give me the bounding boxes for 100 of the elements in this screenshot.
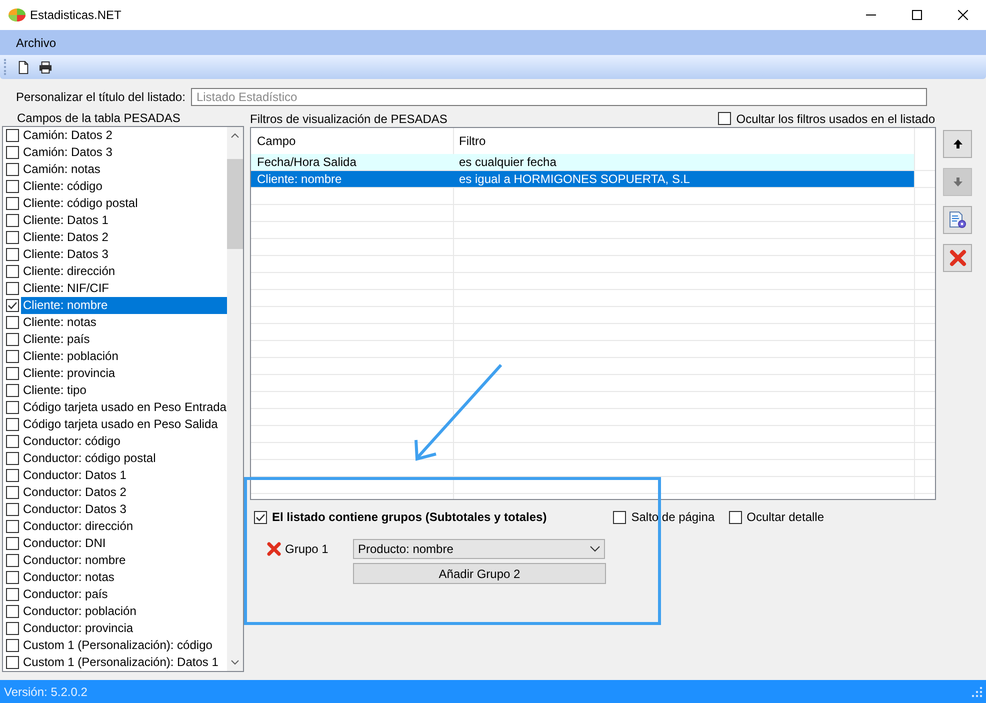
list-item[interactable]: Cliente: código: [21, 178, 227, 195]
checkbox[interactable]: [6, 503, 19, 516]
column-header[interactable]: Campo: [251, 128, 453, 154]
list-item[interactable]: Cliente: país: [21, 331, 227, 348]
column-header[interactable]: Filtro: [453, 128, 914, 154]
document-gear-button[interactable]: [943, 206, 972, 234]
window-title: Estadisticas.NET: [30, 8, 122, 22]
arrow-up-button[interactable]: [943, 130, 972, 158]
checkbox[interactable]: [6, 129, 19, 142]
checkbox[interactable]: [6, 622, 19, 635]
checkbox[interactable]: [6, 265, 19, 278]
list-item[interactable]: Código tarjeta usado en Peso Salida: [21, 416, 227, 433]
list-item[interactable]: Camión: notas: [21, 161, 227, 178]
print-icon[interactable]: [39, 60, 52, 74]
delete-icon[interactable]: [266, 541, 282, 557]
list-item[interactable]: Cliente: Datos 1: [21, 212, 227, 229]
list-item[interactable]: Camión: Datos 3: [21, 144, 227, 161]
checkbox-label: Ocultar los filtros usados en el listado: [736, 112, 935, 126]
list-item[interactable]: Conductor: Datos 3: [21, 501, 227, 518]
delete-icon: [948, 249, 966, 267]
table-row[interactable]: Cliente: nombre es igual a HORMIGONES SOPUERTA, S.L: [251, 171, 914, 187]
checkbox[interactable]: [613, 510, 626, 524]
checkbox[interactable]: [6, 316, 19, 329]
checkbox[interactable]: [6, 605, 19, 618]
list-item[interactable]: Custom 1 (Personalización): código: [21, 637, 227, 654]
checkbox[interactable]: [6, 197, 19, 210]
table-cell-text: Cliente: nombre: [256, 171, 343, 187]
version-text: Versión: 5.2.0.2: [4, 684, 88, 698]
list-item[interactable]: Conductor: dirección: [21, 518, 227, 535]
list-item[interactable]: Conductor: población: [21, 603, 227, 620]
checkbox[interactable]: [6, 163, 19, 176]
list-item[interactable]: Conductor: nombre: [21, 552, 227, 569]
table-cell-text: es igual a HORMIGONES SOPUERTA, S.L: [458, 171, 691, 187]
checkbox[interactable]: [6, 367, 19, 380]
checkbox[interactable]: [6, 146, 19, 159]
checkbox-label: Salto de página: [631, 510, 715, 524]
checkbox[interactable]: [6, 401, 19, 414]
checkbox-label: El listado contiene grupos (Subtotales y totales): [272, 510, 547, 524]
list-item[interactable]: Cliente: Datos 3: [21, 246, 227, 263]
checkbox[interactable]: [6, 469, 19, 482]
list-item[interactable]: Cliente: nombre: [21, 297, 227, 314]
document-gear-icon: [948, 211, 966, 229]
list-item[interactable]: Conductor: Datos 1: [21, 467, 227, 484]
list-item[interactable]: Conductor: código: [21, 433, 227, 450]
checkbox[interactable]: [6, 452, 19, 465]
checkbox-label: Ocultar detalle: [746, 510, 824, 524]
delete-button[interactable]: [943, 244, 972, 272]
new-document-icon[interactable]: [17, 60, 30, 74]
list-item[interactable]: Conductor: código postal: [21, 450, 227, 467]
checkbox[interactable]: [6, 435, 19, 448]
app-logo-icon: [8, 8, 26, 22]
group-dropdown[interactable]: Producto: nombre: [353, 539, 605, 559]
list-item[interactable]: Código tarjeta usado en Peso Entrada: [21, 399, 227, 416]
table-cell-text: Fecha/Hora Salida: [256, 154, 358, 170]
list-item[interactable]: Cliente: provincia: [21, 365, 227, 382]
checkbox[interactable]: [6, 639, 19, 652]
checkbox[interactable]: [6, 520, 19, 533]
list-item[interactable]: Conductor: DNI: [21, 535, 227, 552]
list-item[interactable]: Conductor: provincia: [21, 620, 227, 637]
list-item[interactable]: Cliente: población: [21, 348, 227, 365]
scrollbar-thumb[interactable]: [227, 159, 243, 249]
list-item[interactable]: Cliente: notas: [21, 314, 227, 331]
table-row[interactable]: Fecha/Hora Salida es cualquier fecha: [251, 154, 914, 170]
checkbox[interactable]: [6, 656, 19, 669]
checkbox[interactable]: [6, 554, 19, 567]
arrow-up-icon: [952, 139, 962, 149]
list-item[interactable]: Cliente: Datos 2: [21, 229, 227, 246]
list-item[interactable]: Conductor: país: [21, 586, 227, 603]
title-input-field[interactable]: Listado Estadístico: [191, 88, 928, 106]
scrollbar[interactable]: [227, 127, 243, 671]
list-item[interactable]: Conductor: Datos 2: [21, 484, 227, 501]
checkbox[interactable]: [6, 214, 19, 227]
resize-grip-icon[interactable]: [972, 686, 982, 696]
list-item[interactable]: Cliente: código postal: [21, 195, 227, 212]
checkbox[interactable]: [6, 333, 19, 346]
checkbox[interactable]: [6, 588, 19, 601]
checkbox[interactable]: [6, 282, 19, 295]
checkbox[interactable]: [6, 350, 19, 363]
table-cell-text: es cualquier fecha: [458, 154, 558, 170]
checkbox[interactable]: [718, 112, 732, 125]
checkbox[interactable]: [6, 180, 19, 193]
checkbox[interactable]: [6, 537, 19, 550]
list-item[interactable]: Conductor: notas: [21, 569, 227, 586]
add-group-button[interactable]: Añadir Grupo 2: [353, 563, 606, 584]
checkbox[interactable]: [254, 510, 267, 524]
list-item[interactable]: Cliente: tipo: [21, 382, 227, 399]
list-item[interactable]: Camión: Datos 2: [21, 127, 227, 144]
checkbox[interactable]: [6, 571, 19, 584]
arrow-down-icon: [952, 177, 962, 187]
checkbox[interactable]: [728, 510, 742, 524]
checkbox[interactable]: [6, 231, 19, 244]
checkbox[interactable]: [6, 384, 19, 397]
menu-item[interactable]: Archivo: [8, 36, 64, 50]
checkbox[interactable]: [6, 248, 19, 261]
checkbox[interactable]: [6, 418, 19, 431]
list-item[interactable]: Custom 1 (Personalización): Datos 1: [21, 654, 227, 671]
list-item[interactable]: Cliente: dirección: [21, 263, 227, 280]
checkbox[interactable]: [6, 486, 19, 499]
checkbox[interactable]: [6, 299, 19, 312]
list-item[interactable]: Cliente: NIF/CIF: [21, 280, 227, 297]
